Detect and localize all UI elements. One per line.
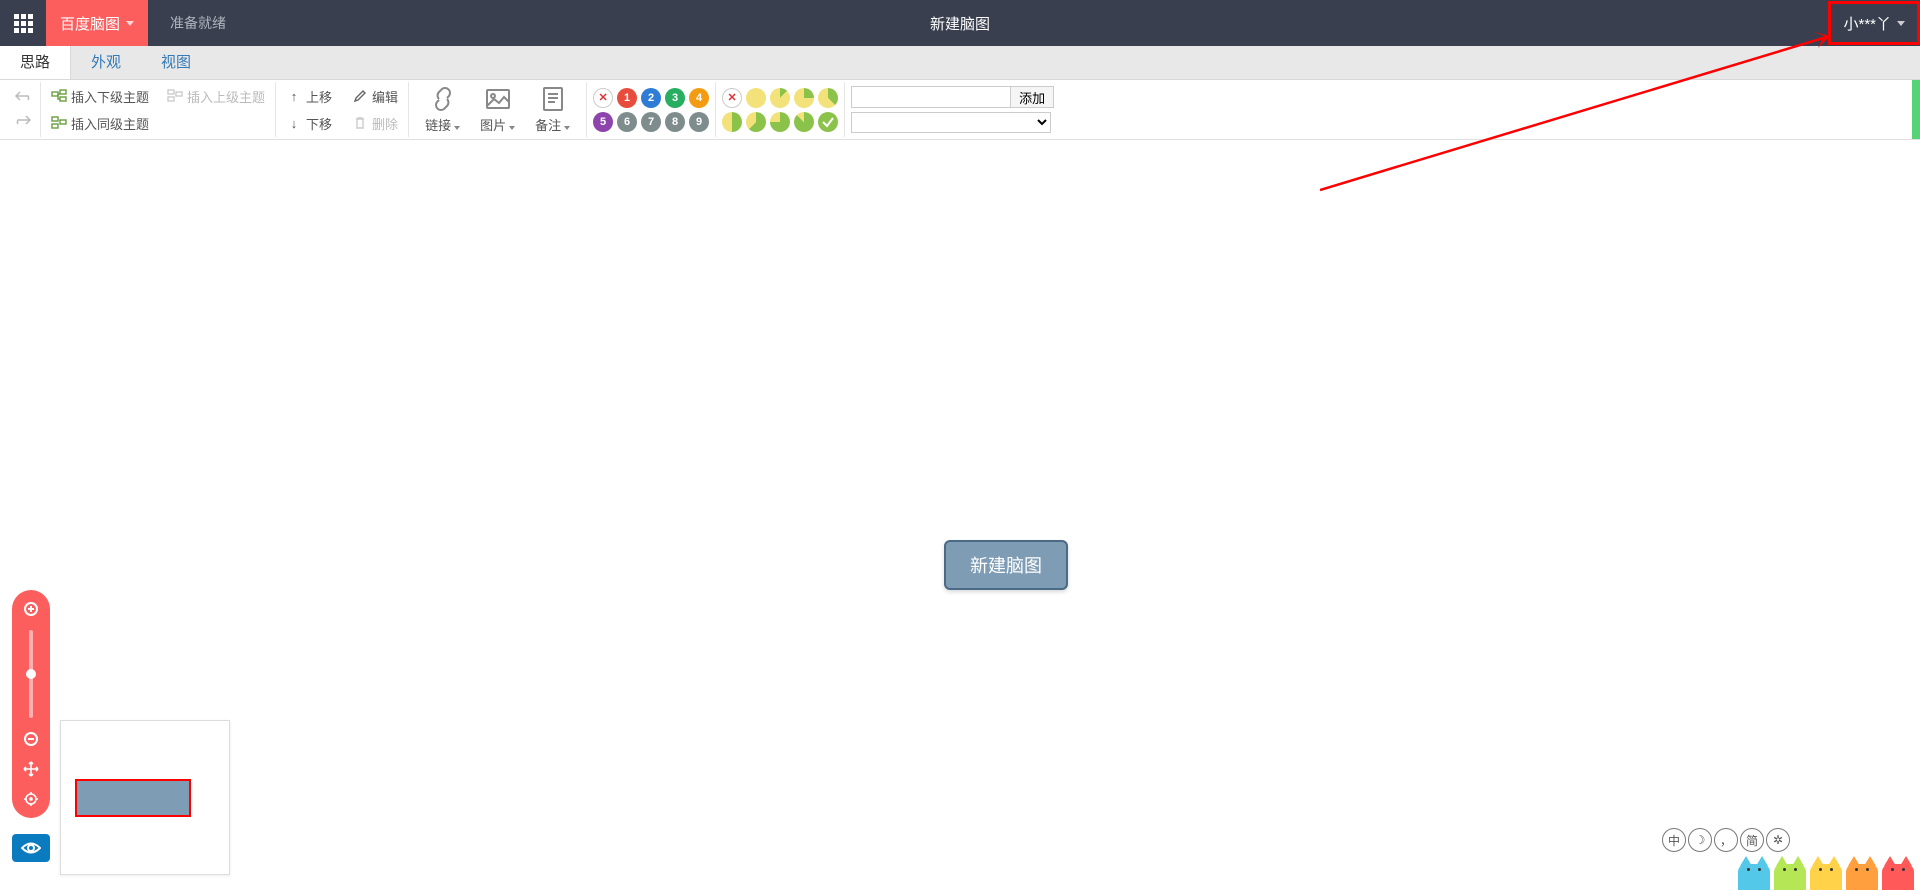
tab-waiguan[interactable]: 外观: [71, 46, 141, 79]
brand-menu[interactable]: 百度脑图: [46, 0, 148, 46]
zoom-control: [12, 590, 50, 818]
tab-silu[interactable]: 思路: [0, 46, 71, 79]
pan-button[interactable]: [18, 756, 44, 782]
cat-mascots: [1736, 852, 1916, 890]
minimap[interactable]: [60, 720, 230, 875]
progress-100[interactable]: [818, 112, 838, 132]
priority-8[interactable]: 8: [665, 112, 685, 132]
toolbar: 插入下级主题 插入上级主题 插入同级主题 ↑ 上移: [0, 80, 1920, 140]
attach-group: 链接 图片 备注: [409, 82, 587, 137]
progress-87[interactable]: [794, 112, 814, 132]
pencil-icon: [352, 88, 368, 104]
apps-button[interactable]: [0, 0, 46, 46]
progress-75[interactable]: [770, 112, 790, 132]
priority-1[interactable]: 1: [617, 88, 637, 108]
ime-badge-4: ✲: [1766, 828, 1790, 852]
history-group: [6, 82, 41, 137]
cat-2: [1808, 852, 1844, 890]
trash-icon: [352, 115, 368, 131]
insert-group: 插入下级主题 插入上级主题 插入同级主题: [41, 82, 276, 137]
priority-3[interactable]: 3: [665, 88, 685, 108]
priority-6[interactable]: 6: [617, 112, 637, 132]
chevron-down-icon: [454, 126, 460, 130]
minimap-toggle[interactable]: [12, 834, 50, 862]
priority-9[interactable]: 9: [689, 112, 709, 132]
priority-clear[interactable]: ✕: [593, 88, 613, 108]
priority-group: ✕1234 56789: [587, 82, 716, 137]
parent-node-icon: [167, 88, 183, 104]
link-button[interactable]: 链接: [415, 82, 470, 137]
zoom-in-button[interactable]: [18, 596, 44, 622]
chevron-down-icon: [564, 126, 570, 130]
ime-badge-0: 中: [1662, 828, 1686, 852]
priority-2[interactable]: 2: [641, 88, 661, 108]
status-text: 准备就绪: [170, 13, 226, 33]
undo-button[interactable]: [14, 89, 32, 107]
tag-add-button[interactable]: 添加: [1011, 86, 1054, 108]
chevron-down-icon: [509, 126, 515, 130]
ime-indicator: 中☽，简✲: [1662, 828, 1790, 852]
chevron-down-icon: [1897, 21, 1905, 26]
minimap-viewport[interactable]: [75, 779, 191, 817]
progress-group: ✕: [716, 82, 845, 137]
arrow-down-icon: ↓: [286, 115, 302, 131]
tag-select[interactable]: [851, 112, 1051, 133]
progress-0[interactable]: [746, 88, 766, 108]
panel-handle[interactable]: [1912, 80, 1920, 139]
tag-input[interactable]: [851, 86, 1011, 108]
note-icon: [539, 85, 567, 113]
image-icon: [484, 85, 512, 113]
progress-25[interactable]: [794, 88, 814, 108]
zoom-out-button[interactable]: [18, 726, 44, 752]
insert-child-button[interactable]: 插入下级主题: [47, 85, 153, 108]
progress-clear[interactable]: ✕: [722, 88, 742, 108]
locate-button[interactable]: [18, 786, 44, 812]
main-tabs: 思路 外观 视图: [0, 46, 1920, 80]
cat-1: [1772, 852, 1808, 890]
insert-sibling-button[interactable]: 插入同级主题: [47, 112, 269, 135]
chevron-down-icon: [126, 21, 134, 26]
eye-icon: [21, 841, 41, 855]
mindmap-canvas[interactable]: 新建脑图: [0, 140, 1920, 890]
tag-group: 添加: [845, 82, 1060, 137]
edit-button[interactable]: 编辑: [348, 85, 402, 108]
priority-4[interactable]: 4: [689, 88, 709, 108]
move-down-button[interactable]: ↓ 下移: [282, 112, 336, 135]
insert-parent-button[interactable]: 插入上级主题: [163, 85, 269, 108]
redo-button[interactable]: [14, 113, 32, 131]
cat-0: [1736, 852, 1772, 890]
user-name: 小***丫: [1843, 13, 1891, 34]
header-bar: 百度脑图 准备就绪 新建脑图 小***丫: [0, 0, 1920, 46]
document-title: 新建脑图: [930, 13, 990, 34]
delete-button[interactable]: 删除: [348, 112, 402, 135]
child-node-icon: [51, 88, 67, 104]
note-button[interactable]: 备注: [525, 82, 580, 137]
progress-37[interactable]: [818, 88, 838, 108]
progress-12[interactable]: [770, 88, 790, 108]
progress-62[interactable]: [746, 112, 766, 132]
arrange-group: ↑ 上移 编辑 ↓ 下移 删除: [276, 82, 409, 137]
progress-50[interactable]: [722, 112, 742, 132]
cat-4: [1880, 852, 1916, 890]
tab-shitu[interactable]: 视图: [141, 46, 211, 79]
root-node[interactable]: 新建脑图: [944, 540, 1068, 590]
ime-badge-2: ，: [1714, 828, 1738, 852]
link-icon: [429, 85, 457, 113]
brand-label: 百度脑图: [60, 13, 120, 34]
apps-grid-icon: [14, 14, 33, 33]
priority-5[interactable]: 5: [593, 112, 613, 132]
cat-3: [1844, 852, 1880, 890]
priority-7[interactable]: 7: [641, 112, 661, 132]
arrow-up-icon: ↑: [286, 88, 302, 104]
sibling-node-icon: [51, 115, 67, 131]
image-button[interactable]: 图片: [470, 82, 525, 137]
user-menu[interactable]: 小***丫: [1828, 1, 1920, 45]
zoom-slider[interactable]: [29, 630, 33, 718]
move-up-button[interactable]: ↑ 上移: [282, 85, 336, 108]
zoom-thumb[interactable]: [26, 669, 36, 679]
ime-badge-3: 简: [1740, 828, 1764, 852]
ime-badge-1: ☽: [1688, 828, 1712, 852]
